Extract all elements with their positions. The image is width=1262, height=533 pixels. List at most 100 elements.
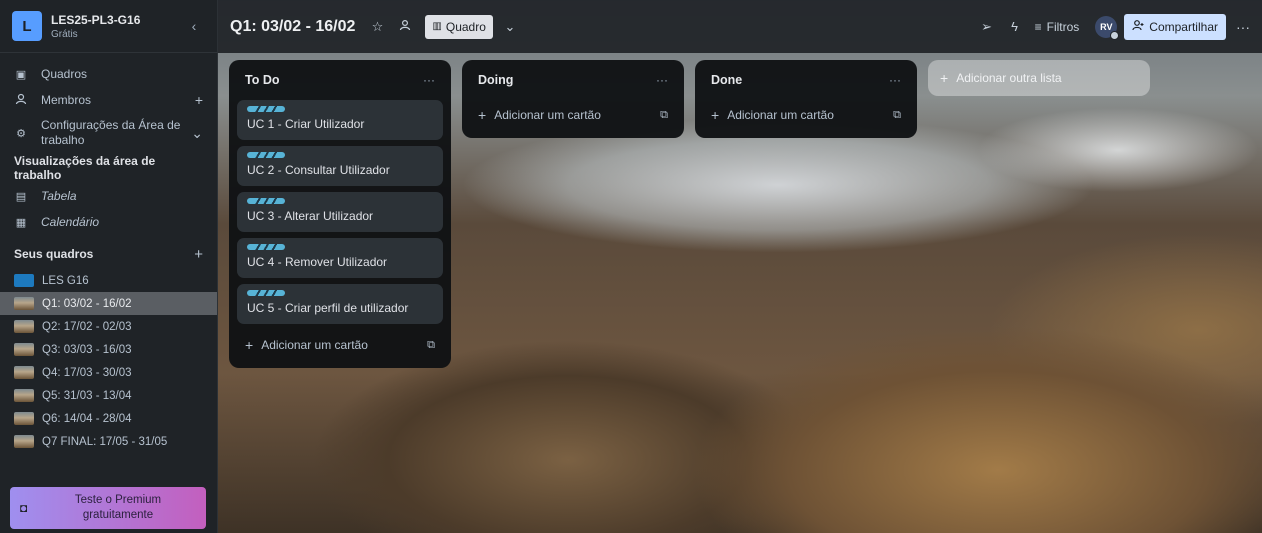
board-label: Q5: 31/03 - 13/04 xyxy=(42,389,132,402)
plus-icon: + xyxy=(478,107,487,123)
list-header[interactable]: To Do ··· xyxy=(237,60,443,100)
more-icon[interactable]: ··· xyxy=(889,73,901,87)
sidebar-board-q4[interactable]: Q4: 17/03 - 30/03 xyxy=(0,361,217,384)
premium-label: Teste o Premium gratuitamente xyxy=(74,494,162,521)
add-card-label: Adicionar um cartão xyxy=(494,108,601,122)
workspace-titles: LES25-PL3-G16 Grátis xyxy=(51,13,183,40)
boards-heading-label: Seus quadros xyxy=(14,247,94,261)
star-icon[interactable]: ☆ xyxy=(369,19,385,35)
sidebar-item-table[interactable]: ▤ Tabela xyxy=(0,183,217,209)
list-done: Done ··· + Adicionar um cartão ⧉ xyxy=(695,60,917,138)
card[interactable]: UC 5 - Criar perfil de utilizador xyxy=(237,284,443,324)
card-title: UC 3 - Alterar Utilizador xyxy=(247,209,374,223)
sidebar-item-label: Quadros xyxy=(41,67,88,81)
board-label: Q7 FINAL: 17/05 - 31/05 xyxy=(42,435,168,448)
sidebar-board-q2[interactable]: Q2: 17/02 - 02/03 xyxy=(0,315,217,338)
list-todo: To Do ··· UC 1 - Criar Utilizador UC 2 -… xyxy=(229,60,451,368)
chevron-left-icon[interactable]: ‹ xyxy=(183,15,205,37)
sidebar-board-q5[interactable]: Q5: 31/03 - 13/04 xyxy=(0,384,217,407)
gear-icon: ⚙ xyxy=(16,127,26,140)
sidebar-board-les-g16[interactable]: LES G16 xyxy=(0,269,217,292)
card[interactable]: UC 3 - Alterar Utilizador xyxy=(237,192,443,232)
board-thumbnail xyxy=(14,389,34,402)
share-label: Compartilhar xyxy=(1149,19,1218,34)
premium-icon: ◘ xyxy=(20,501,28,515)
list-title[interactable]: Doing xyxy=(478,73,656,87)
board-label: Q2: 17/02 - 02/03 xyxy=(42,320,132,333)
template-icon[interactable]: ⧉ xyxy=(660,109,668,122)
add-card-label: Adicionar um cartão xyxy=(727,108,834,122)
list-header[interactable]: Done ··· xyxy=(703,60,909,100)
sidebar-board-q3[interactable]: Q3: 03/03 - 16/03 xyxy=(0,338,217,361)
add-card-button[interactable]: + Adicionar um cartão ⧉ xyxy=(470,100,676,130)
card-label[interactable] xyxy=(247,290,285,296)
card-label[interactable] xyxy=(247,152,285,158)
filter-icon: ≡ xyxy=(1034,19,1042,34)
board-thumbnail xyxy=(14,343,34,356)
bolt-icon[interactable]: ϟ xyxy=(1007,19,1023,34)
try-premium-button[interactable]: ◘ Teste o Premium gratuitamente xyxy=(10,487,206,529)
filters-button[interactable]: ≡ Filtros xyxy=(1035,20,1080,34)
template-icon[interactable]: ⧉ xyxy=(427,339,435,352)
boards-heading: Seus quadros + xyxy=(0,239,217,269)
add-card-button[interactable]: + Adicionar um cartão ⧉ xyxy=(237,330,443,360)
filters-label: Filtros xyxy=(1046,19,1080,34)
list-title[interactable]: Done xyxy=(711,73,889,87)
sidebar: L LES25-PL3-G16 Grátis ‹ ▣ Quadros Membr… xyxy=(0,0,218,533)
chevron-down-icon[interactable]: ⌄ xyxy=(191,125,203,142)
workspace-header: L LES25-PL3-G16 Grátis ‹ xyxy=(0,0,217,53)
add-member-icon[interactable]: + xyxy=(195,92,203,108)
add-board-icon[interactable]: + xyxy=(194,246,203,263)
sidebar-item-members[interactable]: Membros + xyxy=(0,87,217,113)
visibility-icon[interactable] xyxy=(397,19,413,34)
card[interactable]: UC 1 - Criar Utilizador xyxy=(237,100,443,140)
send-icon[interactable]: ➢ xyxy=(979,19,995,35)
card-label[interactable] xyxy=(247,244,285,250)
add-person-icon xyxy=(1132,19,1144,34)
template-icon[interactable]: ⧉ xyxy=(893,109,901,122)
sidebar-item-boards[interactable]: ▣ Quadros xyxy=(0,61,217,87)
share-button[interactable]: Compartilhar xyxy=(1124,13,1226,40)
plus-icon: + xyxy=(940,70,949,86)
board-label: Q6: 14/04 - 28/04 xyxy=(42,412,132,425)
board-thumbnail xyxy=(14,320,34,333)
board-label: Q3: 03/03 - 16/03 xyxy=(42,343,132,356)
board-icon: ▣ xyxy=(15,68,27,81)
chevron-down-icon[interactable]: ⌄ xyxy=(499,19,521,35)
admin-badge-icon xyxy=(1110,30,1120,40)
add-card-button[interactable]: + Adicionar um cartão ⧉ xyxy=(703,100,909,130)
list-header[interactable]: Doing ··· xyxy=(470,60,676,100)
sidebar-item-label: Calendário xyxy=(41,215,100,229)
more-icon[interactable]: ··· xyxy=(423,73,435,87)
add-list-label: Adicionar outra lista xyxy=(956,71,1062,85)
sidebar-item-workspace-settings[interactable]: ⚙ Configurações da Área de trabalho ⌄ xyxy=(0,113,217,153)
view-switcher-button[interactable]: ▥ Quadro xyxy=(425,14,493,39)
workspace-name[interactable]: LES25-PL3-G16 xyxy=(51,13,183,27)
plus-icon: + xyxy=(245,337,254,353)
more-icon[interactable]: ··· xyxy=(656,73,668,87)
board-thumbnail xyxy=(14,366,34,379)
sidebar-item-calendar[interactable]: ▦ Calendário xyxy=(0,209,217,235)
card-label[interactable] xyxy=(247,198,285,204)
sidebar-board-q7[interactable]: Q7 FINAL: 17/05 - 31/05 xyxy=(0,430,217,453)
board-title[interactable]: Q1: 03/02 - 16/02 xyxy=(230,18,355,36)
add-card-label: Adicionar um cartão xyxy=(261,338,368,352)
card-title: UC 5 - Criar perfil de utilizador xyxy=(247,301,409,315)
views-heading-label: Visualizações da área de trabalho xyxy=(14,154,156,182)
list-title[interactable]: To Do xyxy=(245,73,423,87)
avatar-initials: RV xyxy=(1100,21,1113,32)
sidebar-item-label: Configurações da Área de trabalho xyxy=(41,118,181,147)
card[interactable]: UC 4 - Remover Utilizador xyxy=(237,238,443,278)
plus-icon: + xyxy=(711,107,720,123)
card[interactable]: UC 2 - Consultar Utilizador xyxy=(237,146,443,186)
sidebar-board-q1[interactable]: Q1: 03/02 - 16/02 xyxy=(0,292,217,315)
more-icon[interactable]: ··· xyxy=(1236,19,1250,35)
calendar-icon: ▦ xyxy=(15,216,27,229)
sidebar-board-q6[interactable]: Q6: 14/04 - 28/04 xyxy=(0,407,217,430)
board-canvas: Q1: 03/02 - 16/02 ☆ ▥ Quadro ⌄ ➢ ϟ ≡ Fil… xyxy=(218,0,1262,533)
members-icon xyxy=(14,93,28,108)
add-list-button[interactable]: + Adicionar outra lista xyxy=(928,60,1150,96)
avatar[interactable]: RV xyxy=(1095,15,1120,40)
workspace-logo[interactable]: L xyxy=(12,11,42,41)
card-label[interactable] xyxy=(247,106,285,112)
